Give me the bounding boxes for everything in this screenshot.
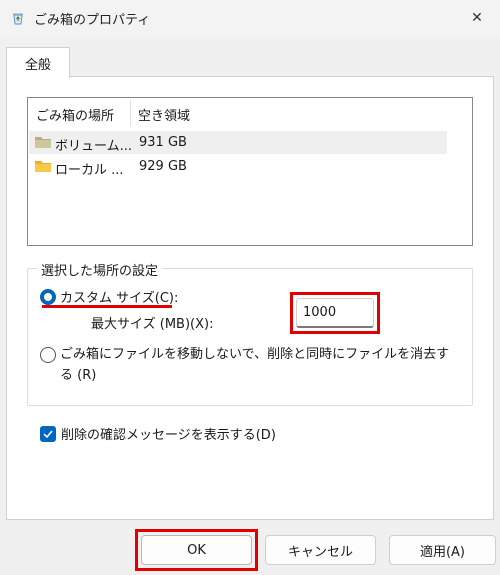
apply-button[interactable]: 適用(A) [389, 535, 496, 565]
close-button[interactable]: ✕ [454, 0, 500, 36]
folder-icon [34, 158, 52, 178]
tab-general[interactable]: 全般 [6, 47, 70, 78]
cancel-button[interactable]: キャンセル [265, 535, 376, 565]
max-size-input[interactable] [296, 298, 374, 328]
title-bar: ごみ箱のプロパティ ✕ [0, 0, 500, 36]
tab-general-label: 全般 [24, 57, 51, 73]
max-size-label: 最大サイズ (MB)(X): [91, 317, 214, 332]
delete-immediately-radio[interactable] [40, 347, 56, 363]
location-list[interactable]: ごみ箱の場所 空き領域 ボリューム... 931 GB ローカル ... 929… [27, 97, 473, 246]
custom-size-label[interactable]: カスタム サイズ(C): [60, 287, 178, 306]
column-divider[interactable] [130, 100, 131, 126]
column-header-location[interactable]: ごみ箱の場所 [36, 105, 114, 124]
ok-button[interactable]: OK [141, 535, 252, 565]
column-header-space[interactable]: 空き領域 [138, 105, 190, 124]
list-item-name: ボリューム... [55, 139, 133, 154]
list-item[interactable]: ローカル ... 929 GB [29, 155, 447, 178]
drive-folder-icon [34, 134, 52, 154]
confirm-delete-label[interactable]: 削除の確認メッセージを表示する(D) [61, 424, 276, 443]
checkmark-icon [43, 430, 53, 439]
recycle-bin-icon [10, 10, 26, 26]
list-item-space: 931 GB [139, 135, 187, 150]
list-item-space: 929 GB [139, 159, 187, 174]
list-item-name: ローカル ... [55, 163, 124, 178]
list-item[interactable]: ボリューム... 931 GB [29, 131, 447, 154]
delete-immediately-label[interactable]: ごみ箱にファイルを移動しないで、削除と同時にファイルを消去する (R) [60, 344, 460, 386]
close-icon: ✕ [471, 10, 483, 26]
window-title: ごみ箱のプロパティ [34, 13, 151, 28]
red-underline-highlight [42, 305, 172, 308]
confirm-delete-checkbox[interactable] [40, 426, 56, 442]
list-header: ごみ箱の場所 空き領域 [28, 98, 472, 128]
group-title: 選択した場所の設定 [37, 260, 163, 279]
custom-size-radio[interactable] [40, 289, 56, 305]
